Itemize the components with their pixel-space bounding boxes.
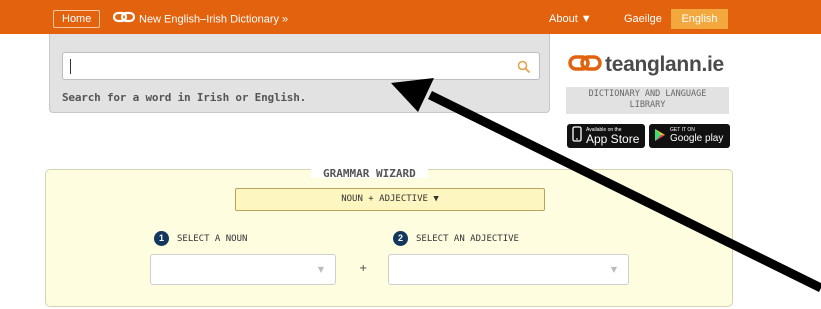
dropdown-arrow-icon: ▼ xyxy=(610,265,617,274)
noun-select[interactable]: ▼ xyxy=(150,254,336,285)
app-store-badge[interactable]: Available on the App Store xyxy=(567,124,645,148)
dropdown-arrow-icon: ▼ xyxy=(317,265,324,274)
google-play-badge[interactable]: GET IT ON Google play xyxy=(649,124,730,148)
step-label: SELECT AN ADJECTIVE xyxy=(416,233,519,244)
google-play-icon xyxy=(654,127,666,146)
grammar-wizard-title-wrap: GRAMMAR WIZARD xyxy=(311,162,428,180)
home-button[interactable]: Home xyxy=(53,10,101,28)
language-english[interactable]: English xyxy=(671,9,728,29)
logo-text: teanglann.ie xyxy=(605,53,724,76)
search-panel: Search for a word in Irish or English. xyxy=(49,34,550,113)
logo-subtitle-line-2: LIBRARY xyxy=(629,100,666,110)
apple-icon xyxy=(572,126,582,146)
wizard-mode-select[interactable]: NOUN + ADJECTIVE ▼ xyxy=(235,188,545,211)
new-dictionary-link-label: New English–Irish Dictionary » xyxy=(139,13,289,26)
new-dictionary-link[interactable]: New English–Irish Dictionary » xyxy=(112,11,289,28)
app-store-label: App Store xyxy=(586,132,640,146)
step-label: SELECT A NOUN xyxy=(177,233,248,244)
search-icon[interactable] xyxy=(517,59,531,78)
text-caret xyxy=(70,59,71,74)
step-select-adjective: 2 SELECT AN ADJECTIVE xyxy=(393,231,519,246)
step-number-badge: 2 xyxy=(393,231,408,246)
top-navigation-bar: Home New English–Irish Dictionary » Abou… xyxy=(0,0,821,34)
grammar-wizard-title: GRAMMAR WIZARD xyxy=(323,167,416,180)
search-hint: Search for a word in Irish or English. xyxy=(62,91,307,104)
chain-link-icon xyxy=(112,11,136,28)
chain-link-icon xyxy=(568,54,602,76)
site-logo[interactable]: teanglann.ie xyxy=(568,50,724,80)
step-number-badge: 1 xyxy=(154,231,169,246)
google-play-label: Google play xyxy=(670,133,724,144)
logo-subtitle-line-1: DICTIONARY AND LANGUAGE xyxy=(588,89,707,99)
about-menu[interactable]: About ▼ xyxy=(549,11,592,27)
plus-sign: + xyxy=(359,263,368,274)
search-input[interactable] xyxy=(62,52,540,80)
adjective-select[interactable]: ▼ xyxy=(388,254,629,285)
step-select-noun: 1 SELECT A NOUN xyxy=(154,231,247,246)
language-gaeilge[interactable]: Gaeilge xyxy=(624,11,662,27)
logo-subtitle: DICTIONARY AND LANGUAGE LIBRARY xyxy=(566,87,729,114)
grammar-wizard: GRAMMAR WIZARD NOUN + ADJECTIVE ▼ 1 SELE… xyxy=(45,162,733,307)
